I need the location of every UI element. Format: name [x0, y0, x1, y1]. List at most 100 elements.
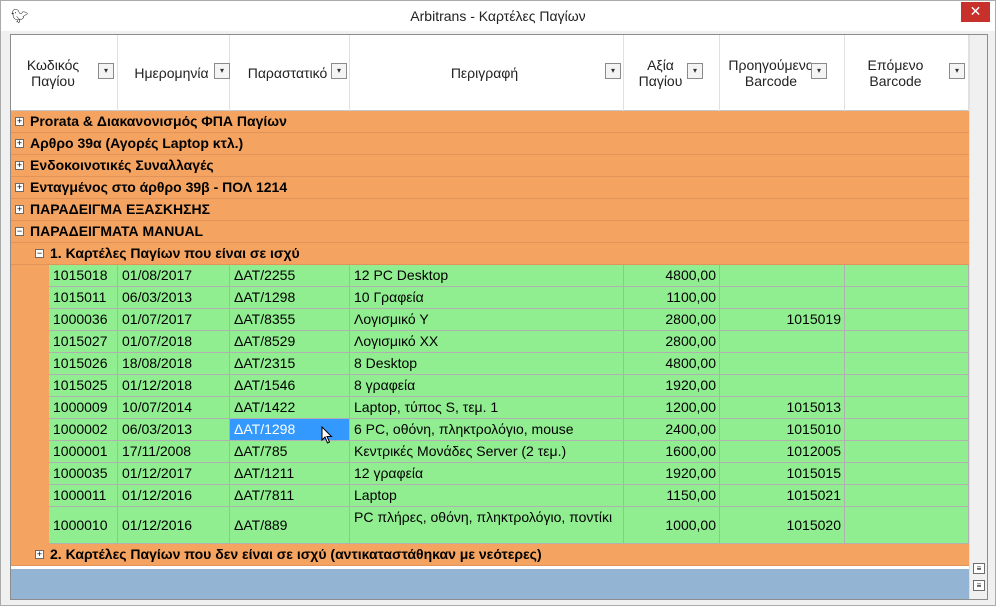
cell-previous-barcode[interactable]: 1015010 [720, 419, 845, 440]
cell-document[interactable]: ΔΑΤ/8529 [230, 331, 350, 352]
cell-previous-barcode[interactable] [720, 353, 845, 374]
cell-previous-barcode[interactable]: 1015015 [720, 463, 845, 484]
expand-icon[interactable]: + [15, 183, 24, 192]
filter-dropdown-icon[interactable]: ▾ [811, 63, 827, 79]
table-row[interactable]: 1015011 06/03/2013 ΔΑΤ/1298 10 Γραφεία 1100,… [49, 287, 969, 309]
cell-next-barcode[interactable] [845, 507, 969, 543]
table-row[interactable]: 1000035 01/12/2017 ΔΑΤ/1211 12 γραφεία 1920,… [49, 463, 969, 485]
cell-document[interactable]: ΔΑΤ/1546 [230, 375, 350, 396]
cell-date[interactable]: 01/12/2016 [118, 507, 230, 543]
cell-next-barcode[interactable] [845, 331, 969, 352]
expand-icon[interactable]: + [15, 161, 24, 170]
table-row[interactable]: 1000001 17/11/2008 ΔΑΤ/785 Κεντρικές Μονάδε… [49, 441, 969, 463]
cell-next-barcode[interactable] [845, 419, 969, 440]
cell-next-barcode[interactable] [845, 375, 969, 396]
cell-next-barcode[interactable] [845, 353, 969, 374]
cell-description[interactable]: Κεντρικές Μονάδες Server (2 τεμ.) [350, 441, 624, 462]
column-header-description[interactable]: Περιγραφή [350, 35, 624, 111]
cell-asset-value[interactable]: 1150,00 [624, 485, 720, 506]
cell-asset-value[interactable]: 2800,00 [624, 331, 720, 352]
cell-next-barcode[interactable] [845, 463, 969, 484]
cell-asset-value[interactable]: 4800,00 [624, 265, 720, 286]
cell-document[interactable]: ΔΑΤ/7811 [230, 485, 350, 506]
cell-date[interactable]: 01/12/2016 [118, 485, 230, 506]
vertical-scrollbar[interactable]: ≡ ≡ [969, 35, 987, 599]
cell-next-barcode[interactable] [845, 397, 969, 418]
scroll-up-icon[interactable]: ≡ [973, 563, 985, 574]
cell-document[interactable]: ΔΑΤ/889 [230, 507, 350, 543]
cell-date[interactable]: 06/03/2013 [118, 419, 230, 440]
cell-asset-value[interactable]: 1600,00 [624, 441, 720, 462]
cell-asset-code[interactable]: 1000001 [49, 441, 118, 462]
group-row[interactable]: + Prorata & Διακανονισμός ΦΠΑ Παγίων [11, 111, 969, 133]
cell-asset-value[interactable]: 1000,00 [624, 507, 720, 543]
cell-next-barcode[interactable] [845, 287, 969, 308]
cell-document[interactable]: ΔΑΤ/1298 [230, 287, 350, 308]
cell-date[interactable]: 01/08/2017 [118, 265, 230, 286]
subgroup-row[interactable]: −1. Καρτέλες Παγίων που είναι σε ισχύ [11, 243, 969, 265]
cell-document[interactable]: ΔΑΤ/8355 [230, 309, 350, 330]
cell-date[interactable]: 01/07/2018 [118, 331, 230, 352]
expand-icon[interactable]: + [35, 550, 44, 559]
cell-description[interactable]: PC πλήρες, οθόνη, πληκτρολόγιο, ποντίκι [350, 507, 624, 543]
cell-asset-code[interactable]: 1000011 [49, 485, 118, 506]
cell-asset-value[interactable]: 2800,00 [624, 309, 720, 330]
subgroup-row[interactable]: +2. Καρτέλες Παγίων που δεν είναι σε ισχ… [11, 544, 969, 566]
cell-asset-code[interactable]: 1015025 [49, 375, 118, 396]
table-row[interactable]: 1000036 01/07/2017 ΔΑΤ/8355 Λογισμικό Υ 2800… [49, 309, 969, 331]
cell-document[interactable]: ΔΑΤ/1211 [230, 463, 350, 484]
cell-previous-barcode[interactable] [720, 331, 845, 352]
cell-description[interactable]: 12 γραφεία [350, 463, 624, 484]
cell-next-barcode[interactable] [845, 265, 969, 286]
table-row[interactable]: 1015018 01/08/2017 ΔΑΤ/2255 12 PC Desktop 48… [49, 265, 969, 287]
filter-dropdown-icon[interactable]: ▾ [214, 63, 230, 79]
cell-description[interactable]: 8 Desktop [350, 353, 624, 374]
table-row[interactable]: 1000011 01/12/2016 ΔΑΤ/7811 Laptop 1150,00 10… [49, 485, 969, 507]
table-row[interactable]: 1000009 10/07/2014 ΔΑΤ/1422 Laptop, τύπος S… [49, 397, 969, 419]
cell-next-barcode[interactable] [845, 309, 969, 330]
cell-asset-value[interactable]: 1200,00 [624, 397, 720, 418]
cell-date[interactable]: 10/07/2014 [118, 397, 230, 418]
cell-description[interactable]: 10 Γραφεία [350, 287, 624, 308]
cell-asset-code[interactable]: 1000009 [49, 397, 118, 418]
cell-description[interactable]: Λογισμικό Υ [350, 309, 624, 330]
cell-previous-barcode[interactable] [720, 375, 845, 396]
cell-previous-barcode[interactable]: 1015021 [720, 485, 845, 506]
cell-date[interactable]: 01/07/2017 [118, 309, 230, 330]
cell-next-barcode[interactable] [845, 485, 969, 506]
filter-dropdown-icon[interactable]: ▾ [949, 63, 965, 79]
collapse-icon[interactable]: − [15, 227, 24, 236]
table-row[interactable]: 1015026 18/08/2018 ΔΑΤ/2315 8 Desktop 4800,0… [49, 353, 969, 375]
collapse-icon[interactable]: − [35, 249, 44, 258]
cell-asset-code[interactable]: 1000035 [49, 463, 118, 484]
filter-dropdown-icon[interactable]: ▾ [331, 63, 347, 79]
cell-asset-value[interactable]: 4800,00 [624, 353, 720, 374]
expand-icon[interactable]: + [15, 205, 24, 214]
cell-next-barcode[interactable] [845, 441, 969, 462]
cell-date[interactable]: 01/12/2017 [118, 463, 230, 484]
filter-dropdown-icon[interactable]: ▾ [687, 63, 703, 79]
group-row[interactable]: + Ενταγμένος στο άρθρο 39β - ΠΟΛ 1214 [11, 177, 969, 199]
filter-dropdown-icon[interactable]: ▾ [605, 63, 621, 79]
cell-asset-code[interactable]: 1015026 [49, 353, 118, 374]
column-header-asset-value[interactable]: Αξία Παγίου [624, 35, 720, 111]
cell-asset-code[interactable]: 1015011 [49, 287, 118, 308]
cell-asset-code[interactable]: 1000036 [49, 309, 118, 330]
cell-description[interactable]: 8 γραφεία [350, 375, 624, 396]
cell-asset-code[interactable]: 1000002 [49, 419, 118, 440]
cell-previous-barcode[interactable]: 1012005 [720, 441, 845, 462]
table-row[interactable]: 1015025 01/12/2018 ΔΑΤ/1546 8 γραφεία 1920,0… [49, 375, 969, 397]
cell-asset-code[interactable]: 1000010 [49, 507, 118, 543]
table-row[interactable]: 1015027 01/07/2018 ΔΑΤ/8529 Λογισμικό ΧΧ 280… [49, 331, 969, 353]
group-row[interactable]: − ΠΑΡΑΔΕΙΓΜΑΤΑ MANUAL [11, 221, 969, 243]
cell-description[interactable]: Λογισμικό ΧΧ [350, 331, 624, 352]
cell-asset-code[interactable]: 1015018 [49, 265, 118, 286]
expand-icon[interactable]: + [15, 117, 24, 126]
cell-date[interactable]: 17/11/2008 [118, 441, 230, 462]
cell-document[interactable]: ΔΑΤ/2315 [230, 353, 350, 374]
cell-document[interactable]: ΔΑΤ/2255 [230, 265, 350, 286]
filter-dropdown-icon[interactable]: ▾ [98, 63, 114, 79]
cell-previous-barcode[interactable] [720, 287, 845, 308]
cell-previous-barcode[interactable]: 1015013 [720, 397, 845, 418]
cell-date[interactable]: 18/08/2018 [118, 353, 230, 374]
